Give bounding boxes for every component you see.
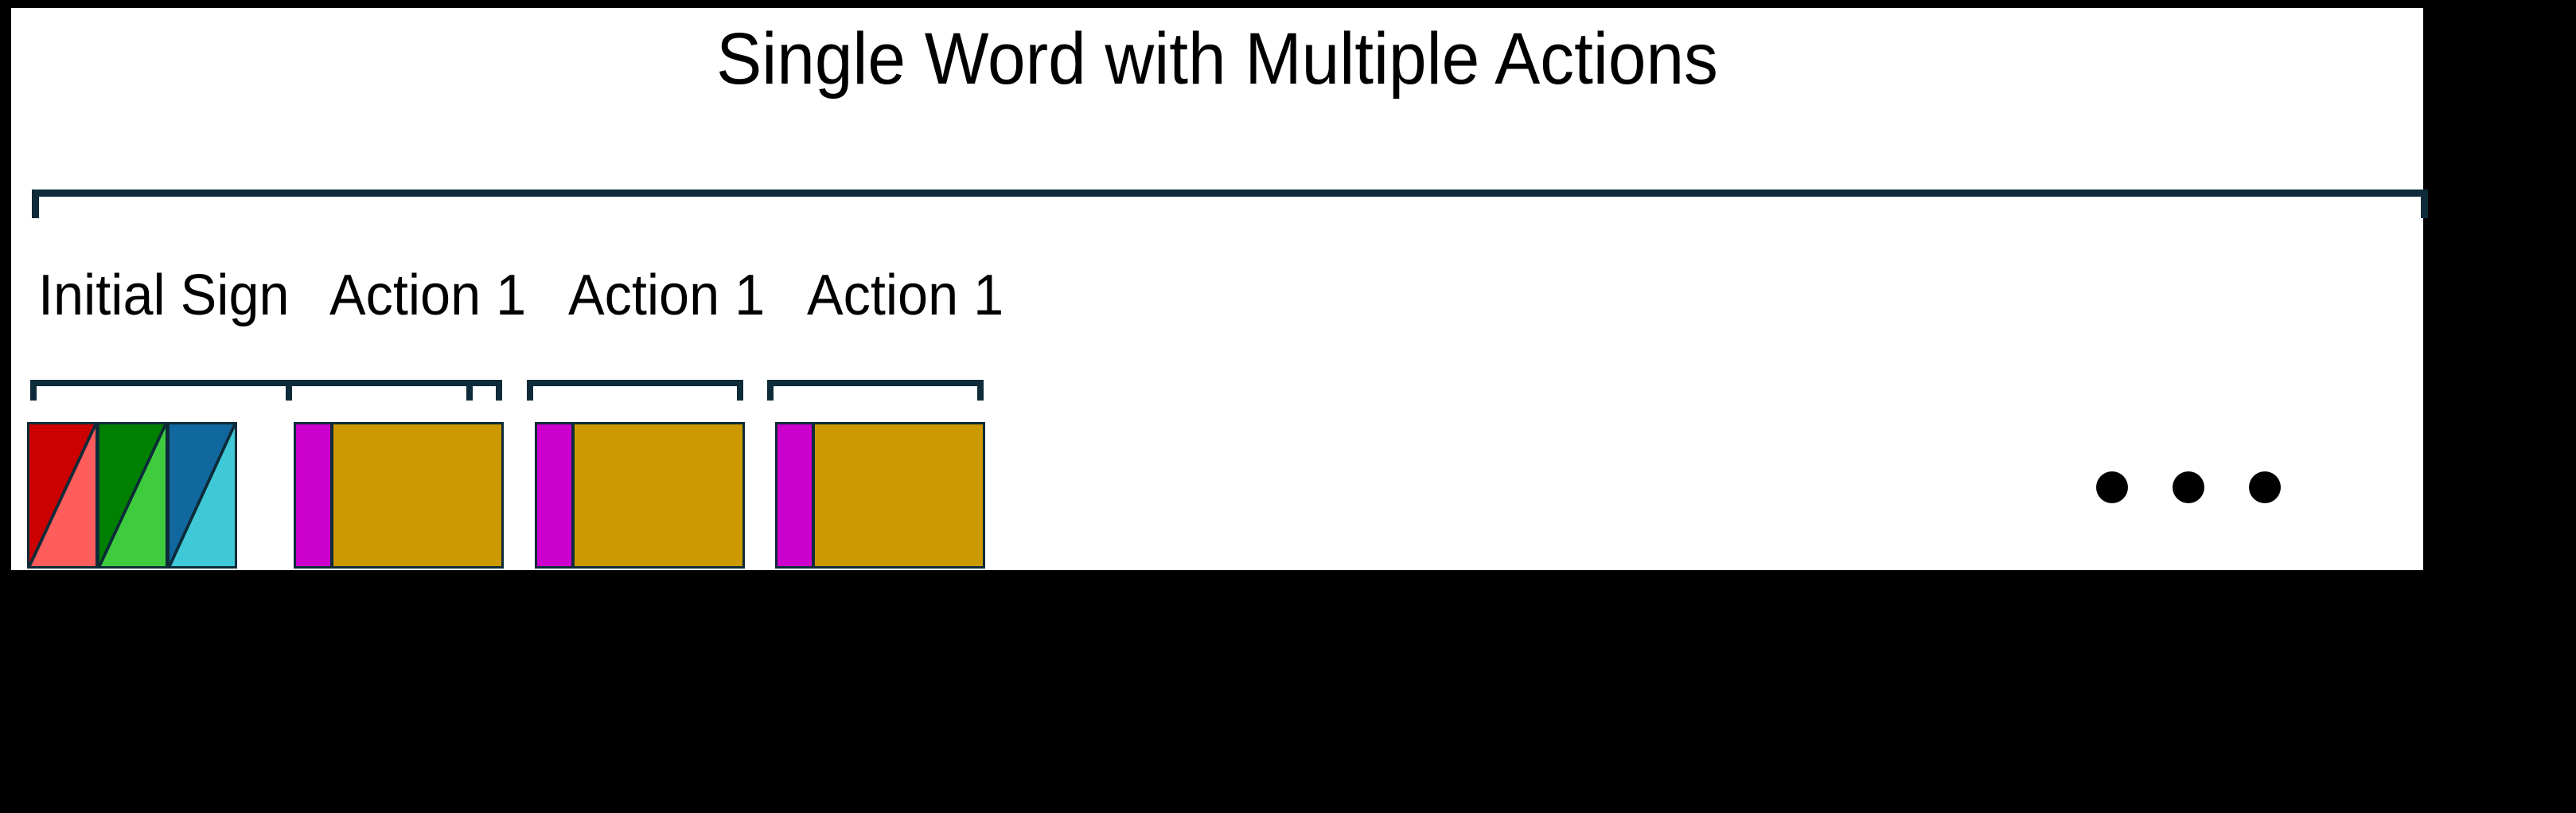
action-block-1c <box>775 422 985 569</box>
group-bracket-action-1a <box>286 380 502 401</box>
ellipsis-dot-3 <box>2249 471 2281 503</box>
sign-cell-green <box>97 422 167 569</box>
action-body-1b <box>573 422 745 569</box>
action-block-1b <box>535 422 745 569</box>
sign-cell-red-shape <box>29 424 95 566</box>
figure-canvas: Single Word with Multiple Actions Initia… <box>0 0 2576 813</box>
group-bracket-action-1c <box>767 380 984 401</box>
initial-sign-blocks <box>27 422 237 569</box>
action-stub-1a <box>294 422 332 569</box>
sign-cell-green-shape <box>99 424 166 566</box>
sign-cell-blue-shape <box>170 424 235 566</box>
page-title: Single Word with Multiple Actions <box>716 18 1718 100</box>
group-label-action-1b: Action 1 <box>568 264 766 327</box>
group-label-initial-sign: Initial Sign <box>38 264 290 327</box>
action-stub-1b <box>535 422 573 569</box>
figure-panel: Single Word with Multiple Actions Initia… <box>11 8 2428 570</box>
group-label-action-1c: Action 1 <box>807 264 1004 327</box>
ellipsis-dot-2 <box>2173 471 2204 503</box>
action-body-1a <box>332 422 504 569</box>
group-label-action-1a: Action 1 <box>329 264 527 327</box>
sign-cell-blue <box>167 422 237 569</box>
sign-cell-red <box>27 422 97 569</box>
word-span-bracket <box>32 190 2428 218</box>
action-body-1c <box>813 422 985 569</box>
group-bracket-action-1b <box>527 380 743 401</box>
action-stub-1c <box>775 422 813 569</box>
ellipsis <box>2096 471 2281 503</box>
ellipsis-dot-1 <box>2096 471 2128 503</box>
group-bracket-initial-sign <box>30 380 473 401</box>
action-block-1a <box>294 422 504 569</box>
